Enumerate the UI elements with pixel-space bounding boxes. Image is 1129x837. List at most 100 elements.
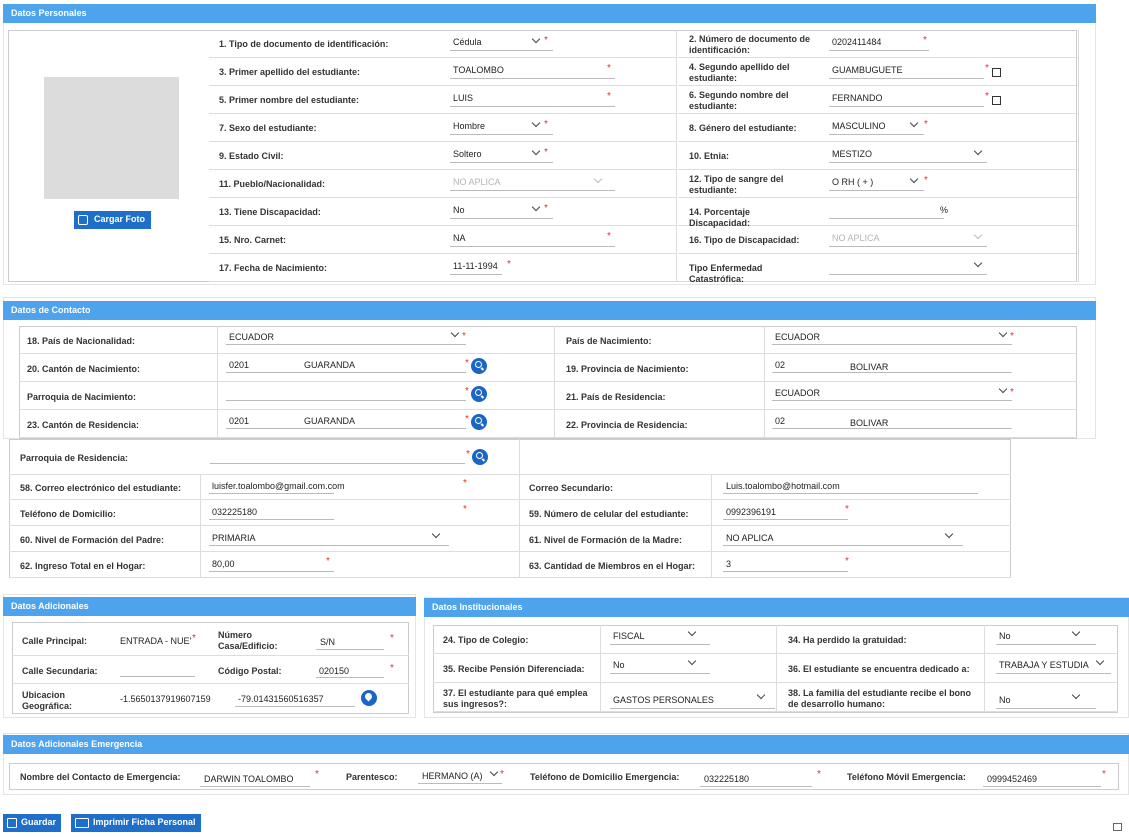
calle-secundaria-input[interactable] <box>120 676 195 677</box>
field-value[interactable]: FERNANDO <box>832 93 883 103</box>
contact-code[interactable]: 0201 <box>229 360 249 370</box>
contact-b-value[interactable]: 032225180 <box>212 507 257 517</box>
numero-casa-underline <box>316 649 384 650</box>
search-icon[interactable] <box>472 449 488 465</box>
field-value[interactable]: Hombre <box>453 121 485 131</box>
field-underline <box>829 246 987 247</box>
longitud-value[interactable]: -79.01431560516357 <box>238 694 324 704</box>
required-marker: * <box>985 91 989 102</box>
field-value[interactable]: NO APLICA <box>832 233 880 243</box>
calle-secundaria-label: Calle Secundaria: <box>22 666 98 676</box>
inst-underline <box>610 673 710 674</box>
contact-b-value[interactable]: NO APLICA <box>726 533 774 543</box>
contact-name[interactable]: BOLIVAR <box>850 418 888 428</box>
search-icon[interactable] <box>471 386 487 402</box>
field-value[interactable]: MESTIZO <box>832 149 872 159</box>
required-marker: * <box>544 147 548 158</box>
inst-label: 37. El estudiante para qué emplea sus in… <box>443 688 588 709</box>
contact-b-value[interactable]: 80,00 <box>212 559 235 569</box>
field-value[interactable]: TOALOMBO <box>453 65 504 75</box>
emergency-contact-label: Nombre del Contacto de Emergencia: <box>20 772 181 782</box>
save-icon <box>7 818 17 828</box>
contact-code[interactable]: ECUADOR <box>229 332 274 342</box>
search-icon[interactable] <box>471 414 487 430</box>
book-icon[interactable] <box>1113 823 1122 831</box>
contact-underline <box>226 428 466 429</box>
emergency-mobile-value[interactable]: 0999452469 <box>987 774 1037 784</box>
save-button[interactable]: Guardar <box>3 814 62 832</box>
emergency-home-phone-label: Teléfono de Domicilio Emergencia: <box>530 772 680 782</box>
contact-b-value[interactable]: PRIMARIA <box>212 533 256 543</box>
contact-b-label: 60. Nivel de Formación del Padre: <box>20 535 165 545</box>
emergency-home-phone-value[interactable]: 032225180 <box>704 774 749 784</box>
contact-name[interactable]: BOLIVAR <box>850 362 888 372</box>
parentesco-label: Parentesco: <box>346 772 398 782</box>
required-marker: * <box>817 769 821 780</box>
contact-b-value[interactable]: 3 <box>726 559 731 569</box>
institutional-data-header: Datos Institucionales <box>424 598 1129 617</box>
checkbox[interactable] <box>992 96 1001 105</box>
inst-value[interactable]: TRABAJA Y ESTUDIA <box>999 660 1089 670</box>
contact-b-value[interactable]: Luis.toalombo@hotmail.com <box>726 481 840 491</box>
search-icon[interactable] <box>471 358 487 374</box>
contact-b-value[interactable]: 0992396191 <box>726 507 776 517</box>
contact-code[interactable]: ECUADOR <box>775 332 820 342</box>
field-value[interactable]: NO APLICA <box>453 177 501 187</box>
required-marker: * <box>192 633 196 644</box>
field-value[interactable]: GUAMBUGUETE <box>832 65 903 75</box>
field-label: 6. Segundo nombre del estudiante: <box>689 90 789 111</box>
field-underline <box>450 50 553 51</box>
required-marker: * <box>845 504 849 515</box>
calle-principal-value[interactable]: ENTRADA - NUE' <box>120 636 195 646</box>
inst-label: 36. El estudiante se encuentra dedicado … <box>788 664 970 674</box>
numero-casa-value[interactable]: S/N <box>320 637 335 647</box>
field-value[interactable]: Cédula <box>453 37 482 47</box>
field-underline <box>450 218 553 219</box>
emergency-mobile-label: Teléfono Móvil Emergencia: <box>847 772 966 782</box>
field-value[interactable]: Soltero <box>453 149 482 159</box>
contact-code[interactable]: 0201 <box>229 416 249 426</box>
contact-name[interactable]: GUARANDA <box>304 360 355 370</box>
field-value[interactable]: 11-11-1994 <box>453 261 498 271</box>
location-pin-icon[interactable] <box>361 690 377 706</box>
adicionales-divider-2 <box>12 683 409 684</box>
inst-underline <box>996 644 1096 645</box>
inst-value[interactable]: No <box>613 660 625 670</box>
contact-code[interactable]: ECUADOR <box>775 388 820 398</box>
field-value[interactable]: No <box>453 205 465 215</box>
field-label: 1. Tipo de documento de identificación: <box>219 39 389 49</box>
required-marker: * <box>544 203 548 214</box>
codigo-postal-value[interactable]: 020150 <box>319 666 349 676</box>
adicionales-divider-1 <box>12 655 409 656</box>
checkbox[interactable] <box>992 68 1001 77</box>
contact-b-label: 63. Cantidad de Miembros en el Hogar: <box>529 561 696 571</box>
inst-value[interactable]: No <box>999 631 1011 641</box>
print-record-button[interactable]: Imprimir Ficha Personal <box>71 814 201 832</box>
field-value[interactable]: MASCULINO <box>832 121 886 131</box>
contact-b-underline <box>723 571 848 572</box>
inst-value[interactable]: FISCAL <box>613 631 645 641</box>
field-value[interactable]: LUIS <box>453 93 473 103</box>
contact-code[interactable]: 02 <box>775 360 785 370</box>
field-value[interactable]: O RH ( + ) <box>832 177 873 187</box>
inst-label: 34. Ha perdido la gratuidad: <box>788 635 907 645</box>
field-label: 17. Fecha de Nacimiento: <box>219 263 328 273</box>
contact-code[interactable]: 02 <box>775 416 785 426</box>
field-underline <box>829 50 929 51</box>
inst-value[interactable]: GASTOS PERSONALES <box>613 695 714 705</box>
upload-photo-button[interactable]: Cargar Foto <box>74 211 151 229</box>
inst-value[interactable]: No <box>999 695 1011 705</box>
contact-name[interactable]: GUARANDA <box>304 416 355 426</box>
latitud-value[interactable]: -1.5650137919607159 <box>120 694 211 704</box>
parroquia-residencia-input[interactable] <box>210 463 465 464</box>
calle-principal-label: Calle Principal: <box>22 636 88 646</box>
numero-casa-label: Número Casa/Edificio: <box>218 630 278 651</box>
contact-b-value[interactable]: luisfer.toalombo@gmail.com.com <box>212 481 345 491</box>
personal-data-header: Datos Personales <box>3 4 1096 23</box>
required-marker: * <box>500 769 504 780</box>
field-value[interactable]: NA <box>453 233 466 243</box>
emergency-contact-value[interactable]: DARWIN TOALOMBO <box>204 774 294 784</box>
parentesco-select[interactable]: HERMANO (A) <box>422 771 483 781</box>
field-value[interactable]: 0202411484 <box>832 37 881 47</box>
field-underline <box>829 190 924 191</box>
